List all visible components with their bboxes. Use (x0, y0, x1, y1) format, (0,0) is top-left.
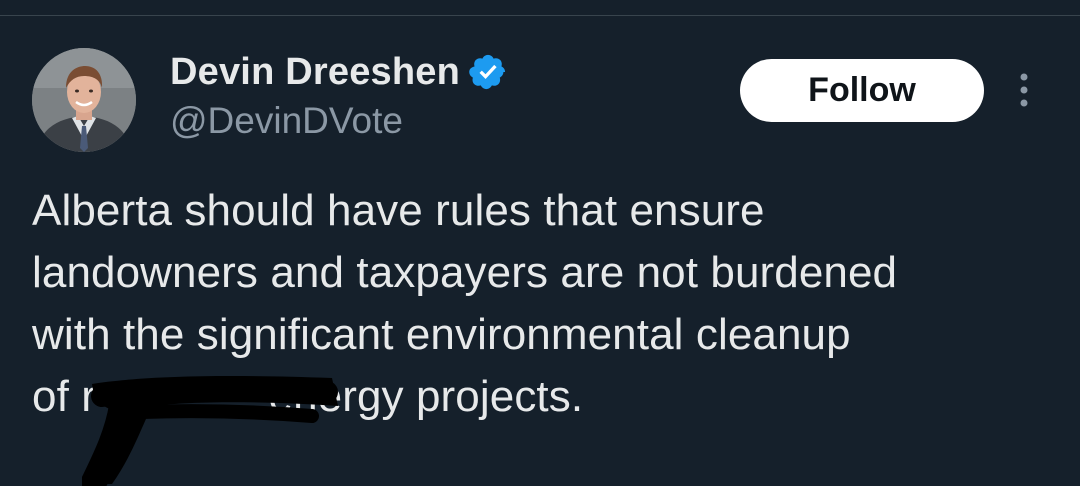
author-handle[interactable]: @DevinDVote (170, 100, 508, 142)
follow-button[interactable]: Follow (740, 59, 984, 122)
top-divider (0, 15, 1080, 16)
verified-badge-icon[interactable] (468, 52, 508, 92)
more-vertical-icon[interactable] (1010, 70, 1038, 110)
author-display-name[interactable]: Devin Dreeshen (170, 51, 460, 94)
tweet-text: Alberta should have rules that ensure la… (32, 180, 1062, 428)
tweet-text-line: with the significant environmental clean… (32, 310, 851, 359)
tweet-text-line: Alberta should have rules that ensure (32, 186, 765, 235)
avatar[interactable] (32, 48, 136, 152)
author-name-row: Devin Dreeshen (170, 50, 508, 94)
tweet-author: Devin Dreeshen @DevinDVote (170, 50, 508, 142)
tweet-text-line: of r energy projects. (32, 372, 584, 421)
tweet-text-line: landowners and taxpayers are not burdene… (32, 248, 898, 297)
